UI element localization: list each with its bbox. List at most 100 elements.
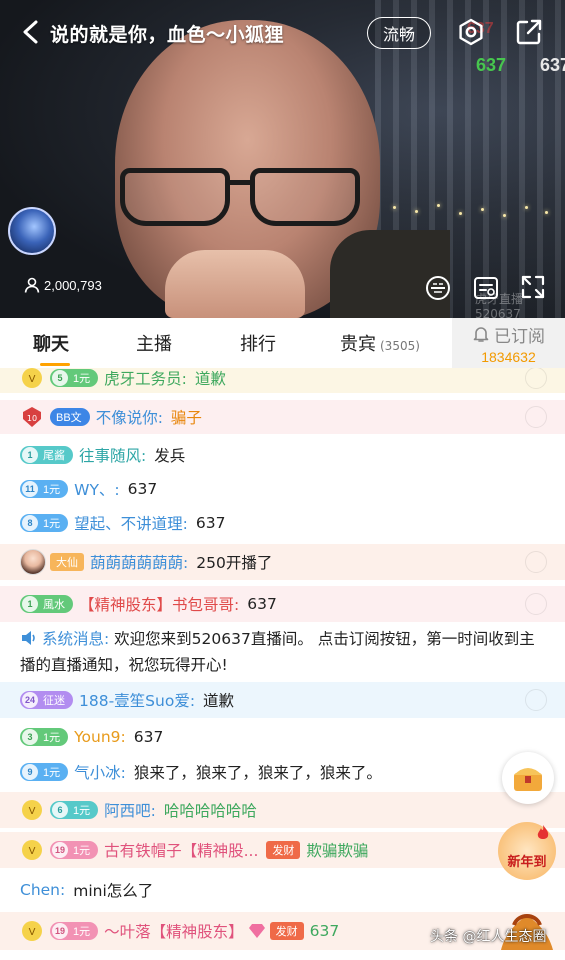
fan-badge: 1 風水 <box>20 595 73 613</box>
chat-message: 637 <box>309 922 340 940</box>
chat-nick[interactable]: 蓢蓢蓢蓢蓢蓢: <box>90 551 188 573</box>
row-mark-icon <box>525 593 547 615</box>
chat-nick[interactable]: Youn9: <box>74 728 126 746</box>
wealth-tag: 发财 <box>269 922 304 940</box>
chat-nick[interactable]: 不像说你: <box>96 406 163 428</box>
fan-badge: 19 1元 <box>50 841 99 859</box>
svg-text:V: V <box>29 374 36 385</box>
medal-icon: V <box>22 921 42 941</box>
chat-row: 9 1元 气小冰: 狼来了，狼来了，狼来了，狼来了。 <box>0 756 565 788</box>
fan-badge: 3 1元 <box>20 728 69 746</box>
fan-badge: 5 1元 <box>50 369 99 387</box>
chat-row: 大仙 蓢蓢蓢蓢蓢蓢: 250开播了 <box>0 544 565 580</box>
tab-active-indicator <box>40 363 70 366</box>
subscribe-button[interactable]: 已订阅 1834632 <box>452 318 565 368</box>
chat-row: V 19 1元 古有铁帽子【精神股... 发财 欺骗欺骗 <box>0 832 565 868</box>
diamond-icon <box>248 924 265 938</box>
tab-ranking[interactable]: 排行 <box>240 330 276 356</box>
subscribe-label: 已订阅 <box>494 326 545 347</box>
treasure-chest-button[interactable] <box>502 752 554 804</box>
row-mark-icon <box>525 406 547 428</box>
fan-badge: 1 尾酱 <box>20 446 73 464</box>
subscribe-count: 1834632 <box>481 348 536 365</box>
tab-vip-label: 贵宾 <box>340 334 376 355</box>
chat-list[interactable]: V 5 1元 虎牙工务员: 道歉 10 BB文 不像说你: 骗子 1 尾酱 往事随风… <box>0 368 565 960</box>
fullscreen-icon[interactable] <box>520 274 546 300</box>
chat-row: V 6 1元 阿西吧: 哈哈哈哈哈哈 <box>0 792 565 828</box>
chat-row: Chen: mini怎么了 <box>0 874 565 906</box>
chat-row: 8 1元 望起、不讲道理: 637 <box>0 508 565 538</box>
chat-nick[interactable]: WY、: <box>74 478 120 500</box>
medal-icon: V <box>22 800 42 820</box>
chat-nick[interactable]: 往事随风: <box>79 444 146 466</box>
chat-message: 637 <box>133 728 164 746</box>
svg-text:V: V <box>29 806 36 817</box>
bell-icon <box>473 327 489 342</box>
fan-badge: BB文 <box>50 408 90 426</box>
fan-badge: 6 1元 <box>50 801 99 819</box>
treasure-chest-icon <box>514 768 542 791</box>
viewer-count: 2,000,793 <box>24 277 102 293</box>
chat-message: 欺骗欺骗 <box>306 842 369 860</box>
chat-row: V 5 1元 虎牙工务员: 道歉 <box>0 368 565 393</box>
chat-nick[interactable]: 【精神股东】书包哥哥: <box>79 593 239 615</box>
user-avatar <box>20 549 46 575</box>
tab-streamer[interactable]: 主播 <box>136 330 172 356</box>
settings-icon[interactable] <box>456 17 486 47</box>
chat-message: 狼来了，狼来了，狼来了，狼来了。 <box>133 764 382 782</box>
medal-icon: V <box>22 840 42 860</box>
system-message: 系统消息: 欢迎您来到520637直播间。 点击订阅按钮，第一时间收到主播的直播… <box>20 626 545 678</box>
tab-vip[interactable]: 贵宾 (3505) <box>340 330 420 356</box>
room-title: 说的就是你，血色～小狐狸 <box>50 24 285 46</box>
fan-badge: 24 征迷 <box>20 691 73 709</box>
card-icon[interactable] <box>472 274 500 302</box>
chat-message: 发兵 <box>154 447 186 465</box>
chat-message: 637 <box>247 595 277 613</box>
streamer-glasses <box>120 160 360 230</box>
corner-watermark: 头条 @红人生态圈 <box>430 929 547 945</box>
danmu-count-white: 637 <box>540 55 565 75</box>
streamer-hands <box>165 250 305 318</box>
video-background-lights <box>385 200 555 230</box>
chat-nick[interactable]: Chen: <box>20 881 65 899</box>
system-label: 系统消息: <box>42 630 110 648</box>
chat-message: 骗子 <box>170 409 202 427</box>
live-video[interactable]: 说的就是你，血色～小狐狸 637 流畅 637 637 2,000,793 虎牙… <box>0 0 565 318</box>
chat-message: 哈哈哈哈哈哈 <box>163 802 257 820</box>
chat-nick[interactable]: ～叶落【精神股东】 <box>104 920 244 942</box>
chat-nick[interactable]: 望起、不讲道理: <box>74 512 188 534</box>
streamer-avatar[interactable] <box>8 207 56 255</box>
chat-row: 11 1元 WY、: 637 <box>0 474 565 504</box>
chat-nick[interactable]: 虎牙工务员: <box>104 368 187 389</box>
chat-message: 道歉 <box>194 370 226 388</box>
chat-message: 637 <box>127 480 158 498</box>
quality-button[interactable]: 流畅 <box>367 17 431 49</box>
festival-decoration-icon[interactable] <box>496 895 558 955</box>
chat-row: 24 征迷 188-壹笙Suo爱: 道歉 <box>0 682 565 718</box>
tab-chat[interactable]: 聊天 <box>33 330 69 356</box>
fan-badge: 19 1元 <box>50 922 99 940</box>
top-bar: 说的就是你，血色～小狐狸 637 流畅 <box>0 10 565 54</box>
danmu-count-green: 637 <box>476 55 507 75</box>
chat-nick[interactable]: 188-壹笙Suo爱: <box>79 689 195 711</box>
svg-text:10: 10 <box>27 414 37 423</box>
row-mark-icon <box>525 689 547 711</box>
new-year-label: 新年到 <box>507 854 547 870</box>
noble-medal-icon: 10 <box>23 407 41 427</box>
chat-message: 250开播了 <box>196 554 273 572</box>
chat-row: 1 風水 【精神股东】书包哥哥: 637 <box>0 586 565 622</box>
fan-badge: 11 1元 <box>20 480 69 498</box>
tab-vip-count: (3505) <box>380 339 420 353</box>
person-icon <box>24 277 40 293</box>
fan-badge: 8 1元 <box>20 514 69 532</box>
fire-icon <box>537 825 549 839</box>
medal-icon: V <box>22 368 42 388</box>
danmu-toggle-icon[interactable] <box>424 274 452 302</box>
fan-badge: 9 1元 <box>20 763 69 781</box>
chat-nick[interactable]: 阿西吧: <box>104 799 156 821</box>
chat-nick[interactable]: 古有铁帽子【精神股... <box>104 839 258 861</box>
chat-nick[interactable]: 气小冰: <box>74 761 126 783</box>
row-mark-icon <box>525 551 547 573</box>
back-arrow-icon[interactable] <box>20 19 42 45</box>
share-icon[interactable] <box>514 17 544 47</box>
